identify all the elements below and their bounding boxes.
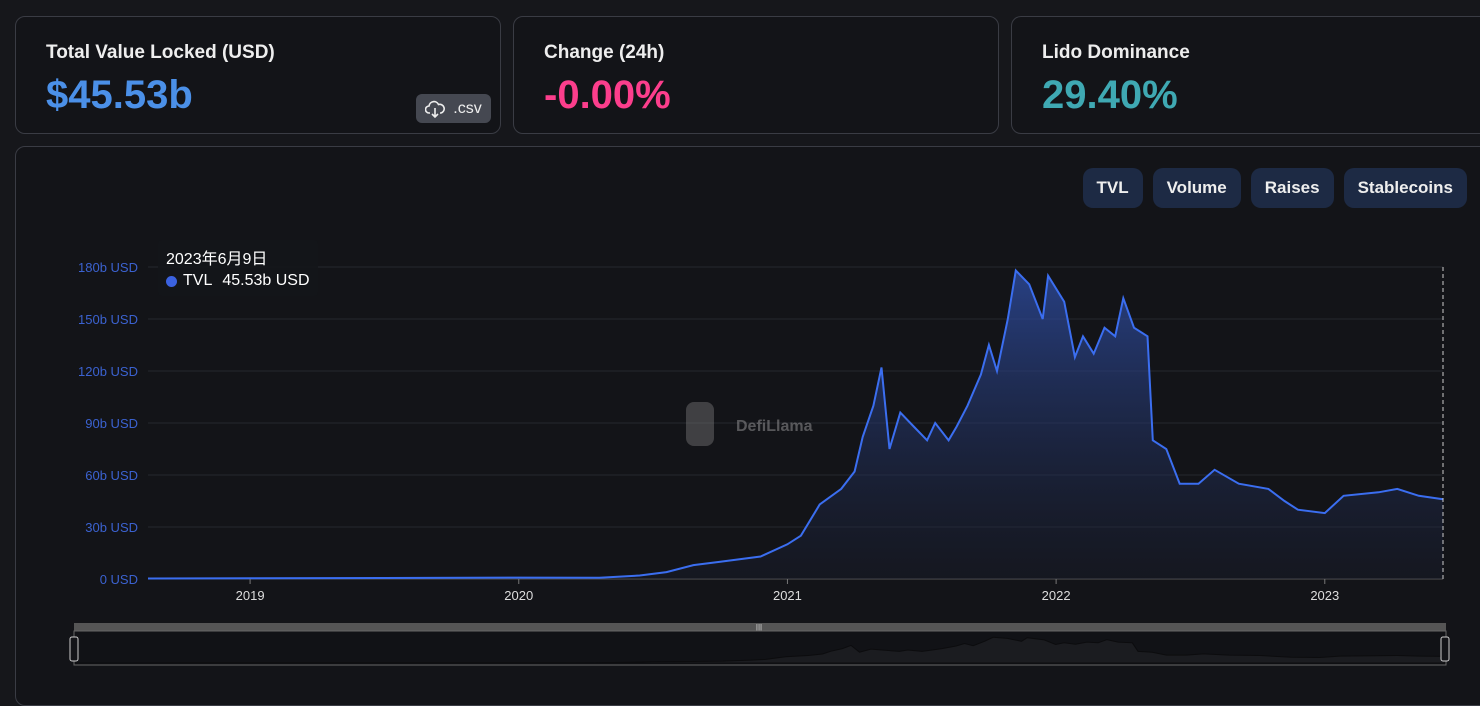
tooltip-date: 2023年6月9日 bbox=[166, 251, 268, 268]
tooltip-series: TVL bbox=[183, 272, 213, 289]
x-tick-label: 2021 bbox=[773, 588, 802, 603]
chart-tooltip: 2023年6月9日 TVL 45.53b USD bbox=[158, 240, 318, 296]
slider-handle-right[interactable] bbox=[1440, 636, 1450, 662]
x-tick-label: 2023 bbox=[1310, 588, 1339, 603]
x-tick-label: 2019 bbox=[236, 588, 265, 603]
watermark-text: DefiLlama bbox=[736, 418, 813, 435]
x-tick-label: 2020 bbox=[504, 588, 533, 603]
series-dot-icon bbox=[166, 275, 177, 287]
tooltip-value: 45.53b USD bbox=[222, 272, 310, 289]
y-tick-label: 90b USD bbox=[85, 416, 138, 431]
x-tick-label: 2022 bbox=[1042, 588, 1071, 603]
y-tick-label: 60b USD bbox=[85, 468, 138, 483]
slider-handle-left[interactable] bbox=[69, 636, 79, 662]
tvl-chart[interactable]: 0 USD 30b USD 60b USD 90b USD 120b USD 150b U… bbox=[0, 0, 1480, 685]
y-tick-label: 180b USD bbox=[78, 260, 138, 275]
y-tick-label: 30b USD bbox=[85, 520, 138, 535]
watermark: DefiLlama bbox=[686, 402, 813, 446]
y-tick-label: 120b USD bbox=[78, 364, 138, 379]
y-tick-label: 150b USD bbox=[78, 312, 138, 327]
y-tick-label: 0 USD bbox=[100, 572, 138, 587]
